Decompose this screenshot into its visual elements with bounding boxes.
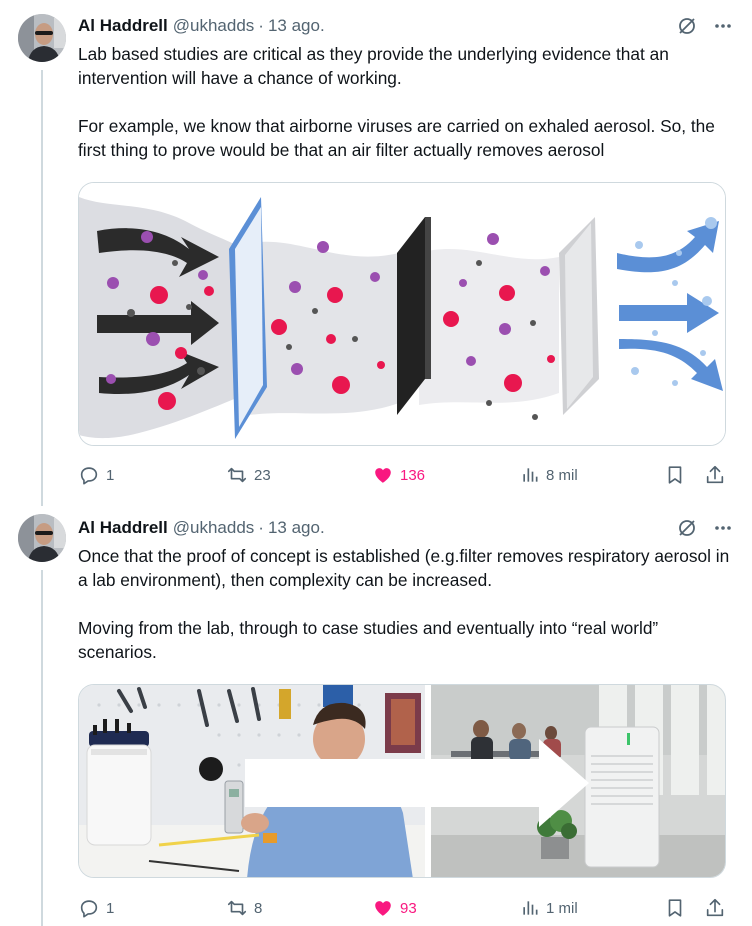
share-icon (706, 898, 724, 917)
tweet-paragraph: Lab based studies are critical as they p… (78, 44, 669, 88)
separator: · (258, 518, 264, 537)
share-button[interactable] (704, 462, 726, 488)
separator: · (258, 16, 264, 35)
tweet[interactable]: Al Haddrell @ukhadds · 13 ago. Once that… (0, 500, 752, 926)
bookmark-button[interactable] (664, 895, 686, 921)
bookmark-icon (668, 899, 682, 917)
grok-icon[interactable] (676, 15, 698, 37)
views-count: 1 mil (546, 899, 578, 917)
grok-icon[interactable] (676, 517, 698, 539)
views-button[interactable]: 8 mil (520, 462, 578, 488)
like-count: 136 (400, 466, 426, 484)
heart-icon (375, 468, 391, 483)
repost-icon (227, 467, 247, 483)
filter-diagram-image[interactable] (78, 182, 726, 446)
lab-to-office-photo[interactable] (78, 684, 726, 878)
bookmark-button[interactable] (664, 462, 686, 488)
author-name[interactable]: Al Haddrell (78, 518, 168, 538)
tweet-paragraph: For example, we know that airborne virus… (78, 116, 715, 160)
avatar[interactable] (18, 14, 66, 62)
timestamp[interactable]: 13 ago. (268, 518, 325, 538)
bookmark-icon (668, 466, 682, 484)
tweet-text: Lab based studies are critical as they p… (78, 42, 732, 162)
heart-icon (375, 901, 391, 916)
author-handle[interactable]: @ukhadds (173, 16, 255, 36)
tweet-header: Al Haddrell @ukhadds · 13 ago. (78, 516, 734, 540)
tweet-paragraph: Once that the proof of concept is establ… (78, 546, 730, 590)
like-button[interactable]: 93 (372, 895, 417, 921)
tweet-paragraph: Moving from the lab, through to case stu… (78, 618, 659, 662)
tweet-header: Al Haddrell @ukhadds · 13 ago. (78, 14, 734, 38)
share-icon (706, 465, 724, 484)
reply-button[interactable]: 1 (78, 462, 114, 488)
author-name[interactable]: Al Haddrell (78, 16, 168, 36)
tweet-actions: 1 8 93 1 mil (78, 895, 732, 921)
reply-icon (80, 467, 98, 485)
avatar[interactable] (18, 514, 66, 562)
views-icon (523, 901, 538, 915)
repost-count: 23 (254, 466, 271, 484)
reply-count: 1 (106, 899, 115, 917)
more-icon[interactable] (712, 517, 734, 539)
timestamp[interactable]: 13 ago. (268, 16, 325, 36)
views-icon (523, 468, 538, 482)
reply-count: 1 (106, 466, 115, 484)
repost-button[interactable]: 23 (226, 462, 271, 488)
repost-count: 8 (254, 899, 263, 917)
tweet[interactable]: Al Haddrell @ukhadds · 13 ago. Lab based… (0, 0, 752, 500)
tweet-actions: 1 23 136 8 mil (78, 462, 732, 488)
share-button[interactable] (704, 895, 726, 921)
views-count: 8 mil (546, 466, 578, 484)
views-button[interactable]: 1 mil (520, 895, 578, 921)
like-button[interactable]: 136 (372, 462, 425, 488)
repost-button[interactable]: 8 (226, 895, 262, 921)
author-handle[interactable]: @ukhadds (173, 518, 255, 538)
tweet-text: Once that the proof of concept is establ… (78, 544, 732, 664)
more-icon[interactable] (712, 15, 734, 37)
reply-icon (80, 900, 98, 918)
repost-icon (227, 900, 247, 916)
reply-button[interactable]: 1 (78, 895, 114, 921)
like-count: 93 (400, 899, 417, 917)
